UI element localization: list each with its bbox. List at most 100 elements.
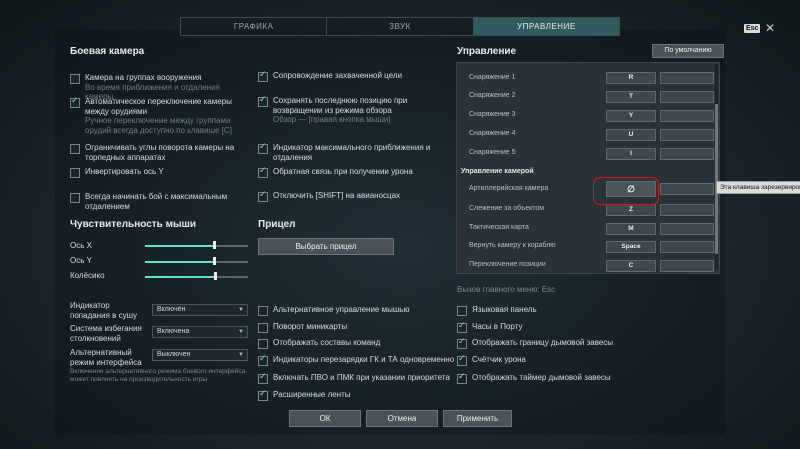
binding-key-alt[interactable]	[660, 260, 714, 272]
checkbox-zoom-indicator[interactable]: Индикатор максимального приближения и от…	[258, 142, 438, 162]
reserved-key-tooltip: Эта клавиша зарезервирована	[716, 181, 800, 194]
binding-key[interactable]: C	[606, 260, 656, 272]
checkbox-label: Автоматическое переключение камеры между…	[85, 97, 232, 116]
checkbox-box[interactable]	[457, 372, 467, 384]
checkbox-box[interactable]	[457, 354, 467, 366]
slider-handle[interactable]	[214, 272, 218, 280]
binding-key[interactable]: Space	[606, 241, 656, 253]
hit-indicator-select[interactable]: Включён ▼	[152, 304, 248, 316]
checkbox-sublabel: Обзор — [правая кнопка мыши]	[273, 115, 391, 124]
checkbox-box[interactable]	[258, 142, 268, 154]
binding-key-alt[interactable]	[660, 223, 714, 235]
binding-key[interactable]: T	[606, 91, 656, 103]
slider-handle[interactable]	[213, 241, 216, 249]
binding-label: Снаряжение 2	[469, 92, 516, 99]
checkbox-alt-mouse-control[interactable]: Альтернативное управление мышью	[258, 305, 409, 316]
binding-key-alt[interactable]	[660, 72, 714, 84]
slider-fill	[145, 245, 214, 247]
checkbox-label: Отключить [SHIFT] на авианосцах	[273, 191, 401, 200]
checkbox-box[interactable]	[457, 321, 467, 333]
checkbox-minimap-rotation[interactable]: Поворот миникарты	[258, 322, 347, 333]
binding-label: Артиллерийская камера	[469, 185, 549, 192]
checkbox-label: Языковая панель	[472, 305, 537, 314]
checkbox-smoke-border[interactable]: Отображать границу дымовой завесы	[457, 337, 613, 349]
binding-key-alt[interactable]	[660, 241, 714, 253]
checkbox-language-panel[interactable]: Языковая панель	[457, 305, 537, 316]
checkbox-box[interactable]	[258, 372, 268, 384]
checkbox-box[interactable]	[258, 190, 268, 202]
binding-label: Снаряжение 5	[469, 149, 516, 156]
binding-key[interactable]: I	[606, 148, 656, 160]
checkbox-reload-indicators[interactable]: Индикаторы перезарядки ГК и ТА одновреме…	[258, 354, 455, 366]
select-label: Система избегания столкновений	[70, 324, 142, 343]
checkbox-damage-counter[interactable]: Счётчик урона	[457, 354, 526, 366]
binding-key[interactable]: M	[606, 223, 656, 235]
checkbox-label: Часы в Порту	[472, 322, 523, 331]
checkbox-show-teams[interactable]: Отображать составы команд	[258, 338, 380, 349]
alt-interface-select[interactable]: Выключен ▼	[152, 349, 248, 361]
checkbox-box[interactable]	[457, 337, 467, 349]
collision-avoidance-select[interactable]: Включена ▼	[152, 326, 248, 338]
ok-button[interactable]: ОК	[289, 410, 361, 427]
slider-handle[interactable]	[213, 257, 216, 265]
checkbox-auto-camera-switch[interactable]: Автоматическое переключение камеры между…	[70, 96, 250, 135]
checkbox-box[interactable]	[70, 96, 80, 108]
binding-label: Снаряжение 1	[469, 74, 516, 81]
close-icon[interactable]: ✕	[765, 21, 775, 35]
reset-defaults-button[interactable]: По умолчанию	[652, 44, 724, 58]
checkbox-box[interactable]	[70, 144, 80, 154]
checkbox-label: Индикаторы перезарядки ГК и ТА одновреме…	[273, 355, 455, 364]
choose-sight-button[interactable]: Выбрать прицел	[258, 238, 394, 255]
select-label: Индикатор попадания в сушу	[70, 301, 138, 320]
checkbox-port-clock[interactable]: Часы в Порту	[457, 321, 523, 333]
checkbox-invert-y[interactable]: Инвертировать ось Y	[70, 167, 164, 178]
checkbox-box[interactable]	[258, 354, 268, 366]
camera-controls-section-title: Управление камерой	[461, 168, 534, 175]
tab-controls[interactable]: УПРАВЛЕНИЕ	[473, 18, 619, 35]
checkbox-label: Индикатор максимального приближения и от…	[273, 143, 431, 162]
binding-key-alt[interactable]	[660, 183, 714, 195]
checkbox-damage-feedback[interactable]: Обратная связь при получении урона	[258, 166, 413, 178]
apply-button[interactable]: Применить	[443, 410, 512, 427]
checkbox-disable-shift-carriers[interactable]: Отключить [SHIFT] на авианосцах	[258, 190, 401, 202]
checkbox-save-last-position[interactable]: Сохранять последнюю позицию при возвраще…	[258, 95, 433, 125]
binding-key-alt[interactable]	[660, 129, 714, 141]
checkbox-box[interactable]	[258, 166, 268, 178]
binding-key-alt[interactable]	[660, 148, 714, 160]
checkbox-box[interactable]	[457, 306, 467, 316]
binding-key-alt[interactable]	[660, 204, 714, 216]
checkbox-box[interactable]	[258, 323, 268, 333]
checkbox-start-max-zoom[interactable]: Всегда начинать бой с максимальным отдал…	[70, 192, 250, 211]
checkbox-box[interactable]	[70, 74, 80, 84]
checkbox-limit-torpedo-angles[interactable]: Ограничивать углы поворота камеры на тор…	[70, 143, 245, 162]
cancel-button[interactable]: Отмена	[366, 410, 438, 427]
select-value: Выключен	[157, 351, 191, 358]
section-title-sight: Прицел	[258, 219, 296, 230]
checkbox-box[interactable]	[258, 339, 268, 349]
tab-graphics[interactable]: ГРАФИКА	[181, 18, 328, 35]
checkbox-track-target[interactable]: Сопровождение захваченной цели	[258, 70, 443, 82]
binding-key[interactable]: U	[606, 129, 656, 141]
checkbox-box[interactable]	[258, 95, 268, 107]
chevron-down-icon: ▼	[238, 307, 244, 313]
bindings-scrollbar[interactable]	[715, 64, 718, 269]
checkbox-box[interactable]	[70, 193, 80, 203]
checkbox-smoke-timer[interactable]: Отображать таймер дымовой завесы	[457, 372, 611, 384]
checkbox-label: Всегда начинать бой с максимальным отдал…	[85, 192, 228, 211]
checkbox-label: Включать ПВО и ПМК при указании приорите…	[273, 373, 450, 382]
checkbox-aa-priority[interactable]: Включать ПВО и ПМК при указании приорите…	[258, 372, 450, 384]
checkbox-extended-ribbons[interactable]: Расширенные ленты	[258, 389, 351, 401]
binding-key-alt[interactable]	[660, 110, 714, 122]
checkbox-box[interactable]	[70, 168, 80, 178]
checkbox-box[interactable]	[258, 70, 268, 82]
tab-sound[interactable]: ЗВУК	[327, 18, 474, 35]
scrollbar-thumb[interactable]	[715, 104, 718, 254]
slider-fill	[145, 276, 216, 278]
binding-key[interactable]: Y	[606, 110, 656, 122]
checkbox-box[interactable]	[258, 389, 268, 401]
binding-key-alt[interactable]	[660, 91, 714, 103]
binding-key[interactable]: Z	[606, 204, 656, 216]
section-title-controls: Управление	[457, 46, 517, 57]
binding-key[interactable]: R	[606, 72, 656, 84]
checkbox-box[interactable]	[258, 306, 268, 316]
